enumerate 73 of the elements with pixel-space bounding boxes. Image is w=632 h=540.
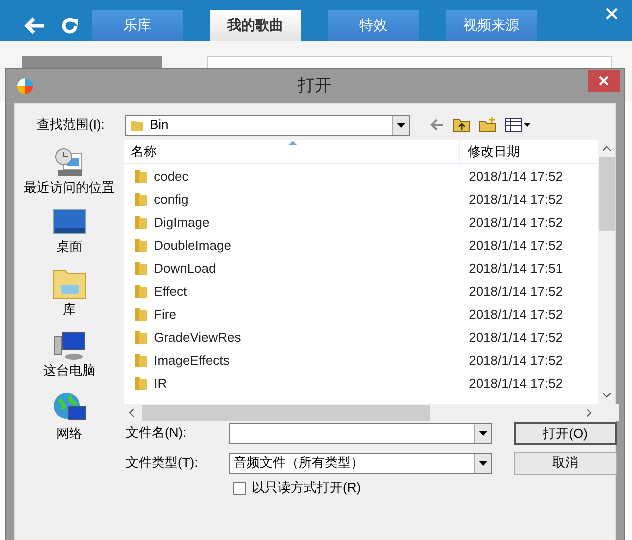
modified-date: 2018/1/14 17:52 <box>469 374 564 393</box>
file-name-label: 文件名(N): <box>126 424 188 442</box>
library-folder-icon <box>52 268 87 300</box>
open-button[interactable]: 打开(O) <box>514 422 617 444</box>
folder-icon <box>130 118 144 132</box>
modified-date: 2018/1/14 17:52 <box>469 236 564 255</box>
scroll-down-icon <box>602 393 610 398</box>
close-icon[interactable] <box>606 8 618 20</box>
file-type-combo[interactable]: 音频文件（所有类型） <box>228 452 492 474</box>
read-only-label[interactable]: 以只读方式打开(R) <box>252 478 362 498</box>
tab[interactable]: 特效 <box>328 10 419 41</box>
folder-icon <box>134 261 148 276</box>
file-name[interactable]: DigImage <box>154 212 470 232</box>
folder-icon <box>134 284 148 299</box>
scroll-right-icon <box>587 408 592 416</box>
file-name[interactable]: GradeViewRes <box>154 328 470 348</box>
file-name[interactable]: DownLoad <box>154 258 470 278</box>
app-logo-icon <box>17 78 34 95</box>
cancel-button[interactable]: 取消 <box>514 452 617 474</box>
modified-date: 2018/1/14 17:52 <box>469 328 564 347</box>
modified-date: 2018/1/14 17:52 <box>469 214 564 232</box>
tab[interactable]: 乐库 <box>92 10 183 41</box>
file-name[interactable]: ImageEffects <box>154 350 470 370</box>
file-name[interactable]: codec <box>154 166 470 186</box>
column-header[interactable]: 名称 <box>124 142 460 162</box>
close-button[interactable] <box>588 70 620 92</box>
scroll-left-icon <box>129 408 134 416</box>
up-folder-icon[interactable] <box>453 117 471 133</box>
back-icon[interactable] <box>24 17 46 35</box>
view-menu-icon[interactable] <box>505 118 531 132</box>
place-label[interactable]: 这台电脑 <box>44 363 96 378</box>
place-label[interactable]: 库 <box>63 302 76 317</box>
folder-icon <box>134 353 148 368</box>
folder-icon <box>134 169 148 184</box>
tab[interactable]: 我的歌曲 <box>210 10 301 41</box>
folder-icon <box>134 330 148 345</box>
scroll-up-icon <box>602 146 610 151</box>
modified-date: 2018/1/14 17:52 <box>469 190 564 209</box>
file-name[interactable]: config <box>154 190 470 210</box>
dialog-title: 打开 <box>298 75 332 98</box>
scrollbar-thumb[interactable] <box>598 157 614 231</box>
refresh-icon[interactable] <box>60 16 80 36</box>
new-folder-icon[interactable] <box>479 117 497 133</box>
place-label[interactable]: 网络 <box>56 426 83 441</box>
file-type-label: 文件类型(T): <box>126 454 200 472</box>
checkbox[interactable] <box>233 482 246 494</box>
close-icon <box>599 76 609 86</box>
look-in-label: 查找范围(I): <box>37 116 106 134</box>
back-arrow-icon[interactable] <box>430 119 444 131</box>
modified-date: 2018/1/14 17:51 <box>469 260 564 278</box>
folder-icon <box>134 215 148 230</box>
computer-icon <box>54 331 86 361</box>
modified-date: 2018/1/14 17:52 <box>469 352 564 370</box>
file-name[interactable]: IR <box>154 374 470 394</box>
place-label[interactable]: 最近访问的位置 <box>24 180 116 195</box>
file-name-field[interactable] <box>228 422 492 444</box>
file-name[interactable]: DoubleImage <box>154 236 470 256</box>
folder-icon <box>134 192 148 207</box>
folder-icon <box>134 307 148 322</box>
folder-icon <box>134 238 148 253</box>
tab[interactable]: 视频来源 <box>446 10 537 41</box>
file-name[interactable]: Fire <box>154 304 470 324</box>
desktop-icon <box>52 209 87 237</box>
modified-date: 2018/1/14 17:52 <box>469 306 564 324</box>
modified-date: 2018/1/14 17:52 <box>469 282 564 301</box>
horizontal-scrollbar[interactable] <box>124 404 620 421</box>
file-name[interactable]: Effect <box>154 282 470 302</box>
sort-arrow-icon <box>289 141 298 145</box>
look-in-combo[interactable]: Bin <box>125 114 410 136</box>
modified-date: 2018/1/14 17:52 <box>469 168 564 186</box>
place-label[interactable]: 桌面 <box>56 239 83 254</box>
folder-icon <box>134 376 148 391</box>
scrollbar-thumb[interactable] <box>142 404 430 420</box>
